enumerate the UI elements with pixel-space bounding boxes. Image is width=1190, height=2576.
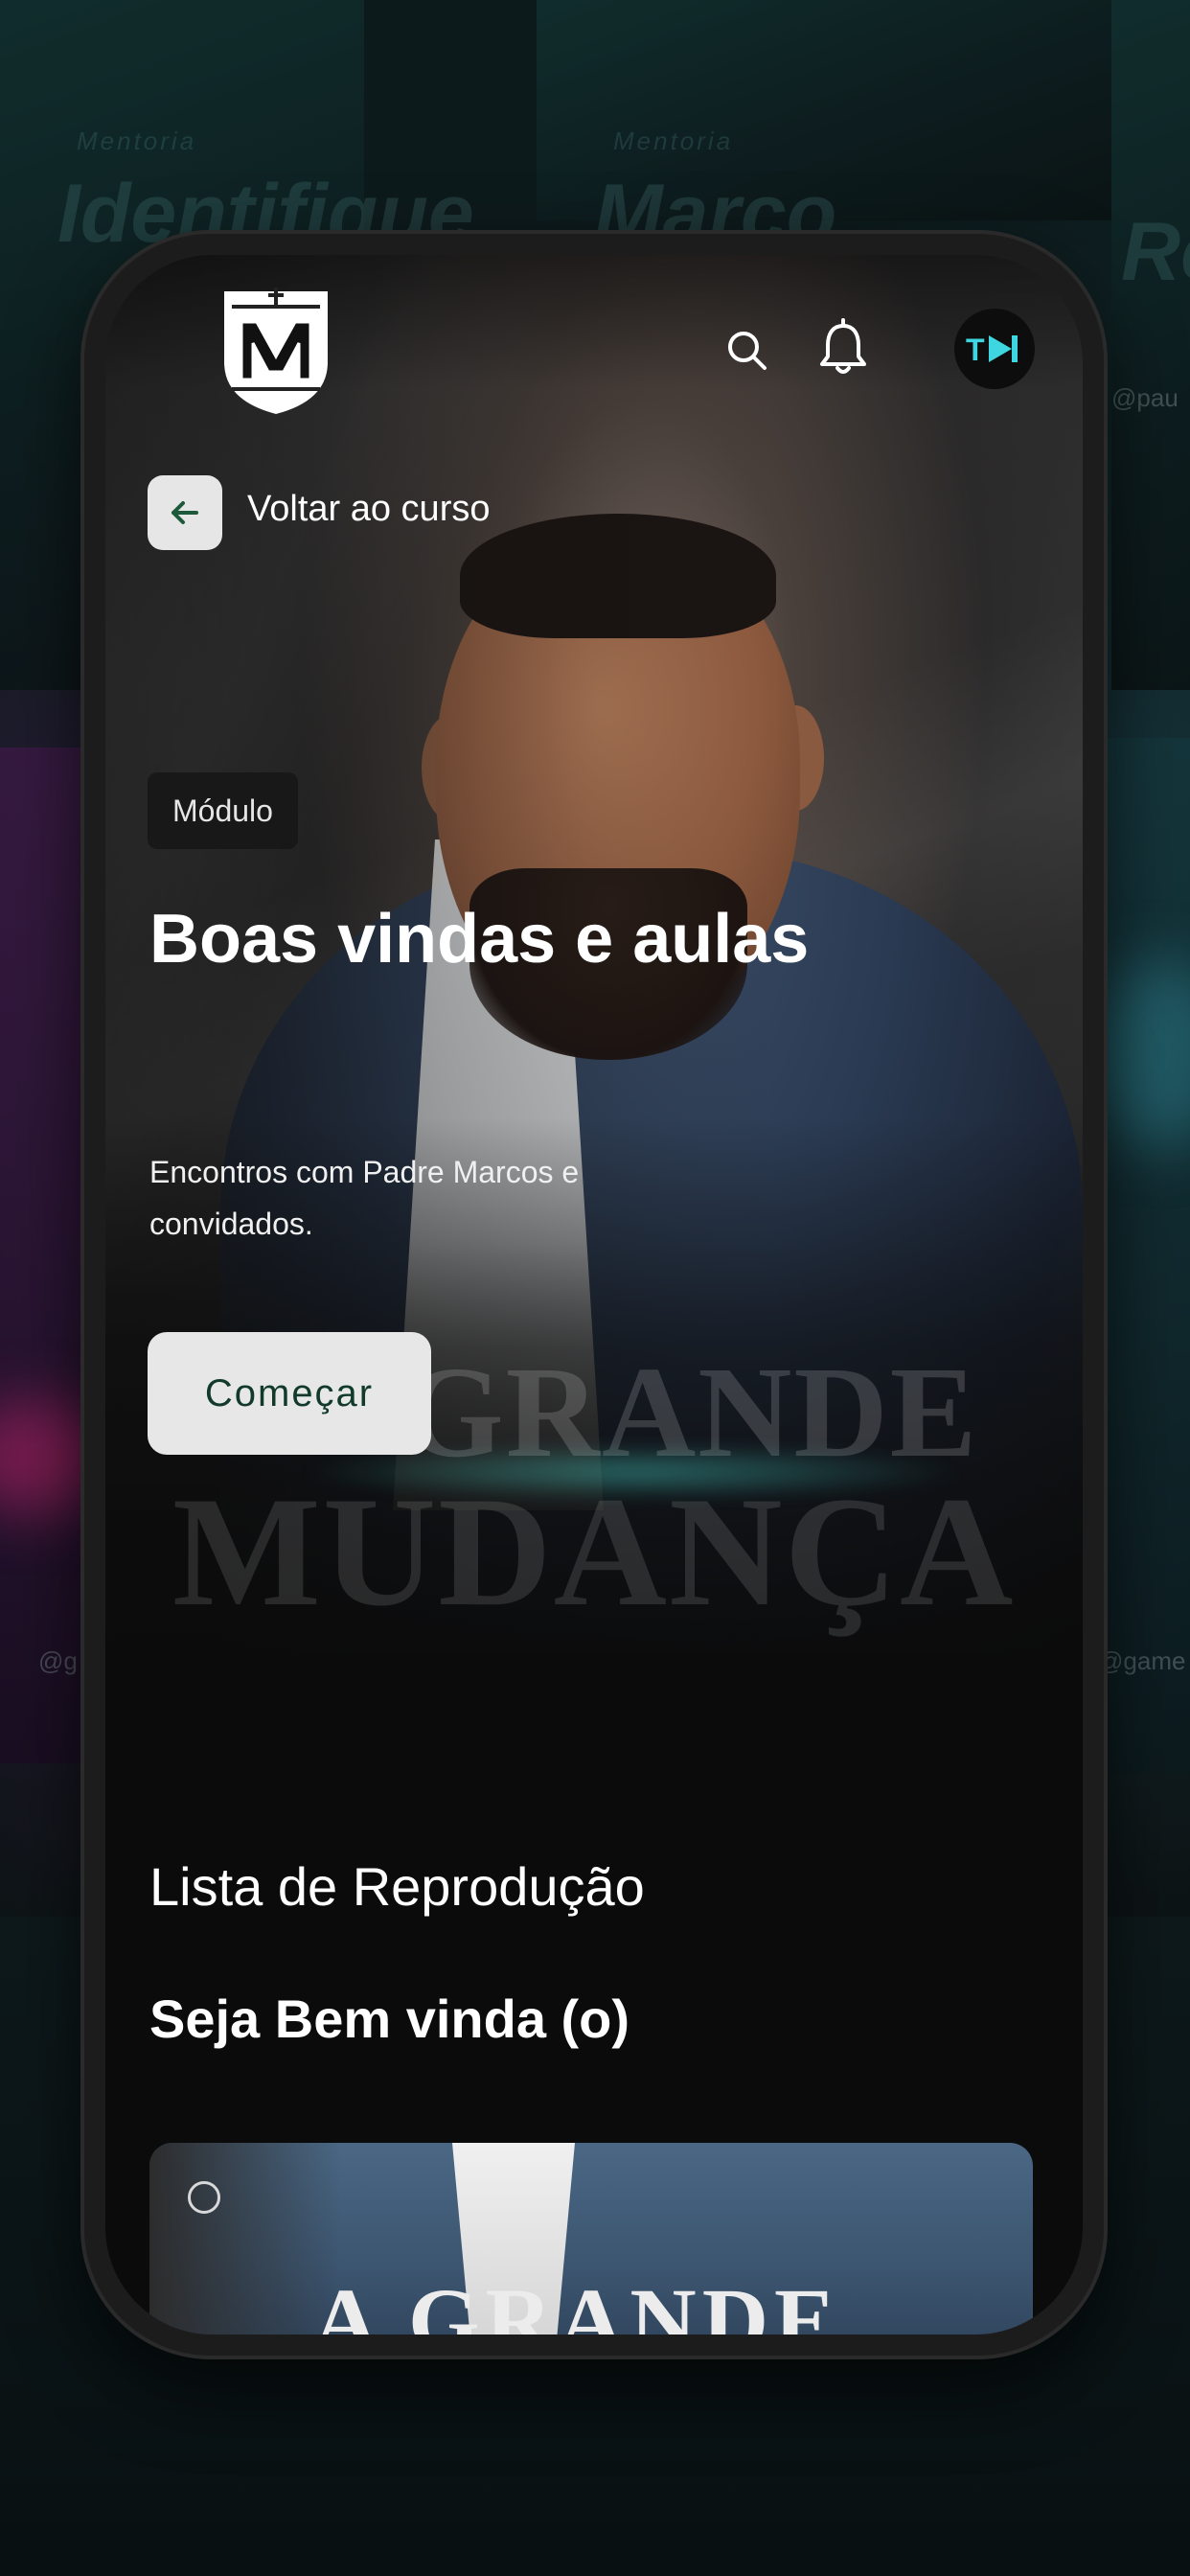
video-card-title: A GRANDE (312, 2269, 842, 2334)
module-chip: Módulo (148, 772, 298, 849)
bg-handle: @game (1098, 1646, 1186, 1675)
search-icon[interactable] (719, 322, 776, 380)
watched-radio[interactable] (188, 2181, 220, 2214)
bg-tile (0, 748, 86, 1763)
bg-title: Re (1121, 206, 1190, 298)
shield-logo[interactable] (218, 284, 333, 418)
module-title: Boas vindas e aulas (149, 901, 810, 978)
phone-frame: GRANDE MUDANÇA T Voltar ao curso Módulo … (84, 234, 1104, 2356)
shield-logo-icon (224, 288, 328, 414)
playlist-group-title: Seja Bem vinda (o) (149, 1989, 630, 2049)
bg-label: Mentoria (77, 126, 197, 155)
video-card[interactable]: A GRANDE (149, 2143, 1033, 2334)
back-label[interactable]: Voltar ao curso (247, 489, 490, 530)
avatar-text: T (966, 333, 985, 367)
bell-icon[interactable] (814, 318, 872, 376)
app-screen: GRANDE MUDANÇA T Voltar ao curso Módulo … (105, 255, 1083, 2334)
module-subtitle: Encontros com Padre Marcos e convidados. (149, 1155, 580, 1241)
bg-tile (1102, 738, 1190, 1773)
bg-tile (1111, 0, 1190, 690)
bg-handle: @g (38, 1646, 78, 1675)
start-button[interactable]: Começar (148, 1332, 431, 1455)
watermark-line-2: MUDANÇA (172, 1465, 1016, 1639)
arrow-left-icon (172, 501, 198, 524)
bg-handle: @pau (1111, 383, 1179, 412)
avatar[interactable]: T (954, 309, 1035, 389)
bg-label: Mentoria (613, 126, 734, 155)
playlist-heading: Lista de Reprodução (149, 1856, 645, 1917)
avatar-logo-icon: T (966, 333, 1018, 367)
back-button[interactable] (148, 475, 222, 550)
